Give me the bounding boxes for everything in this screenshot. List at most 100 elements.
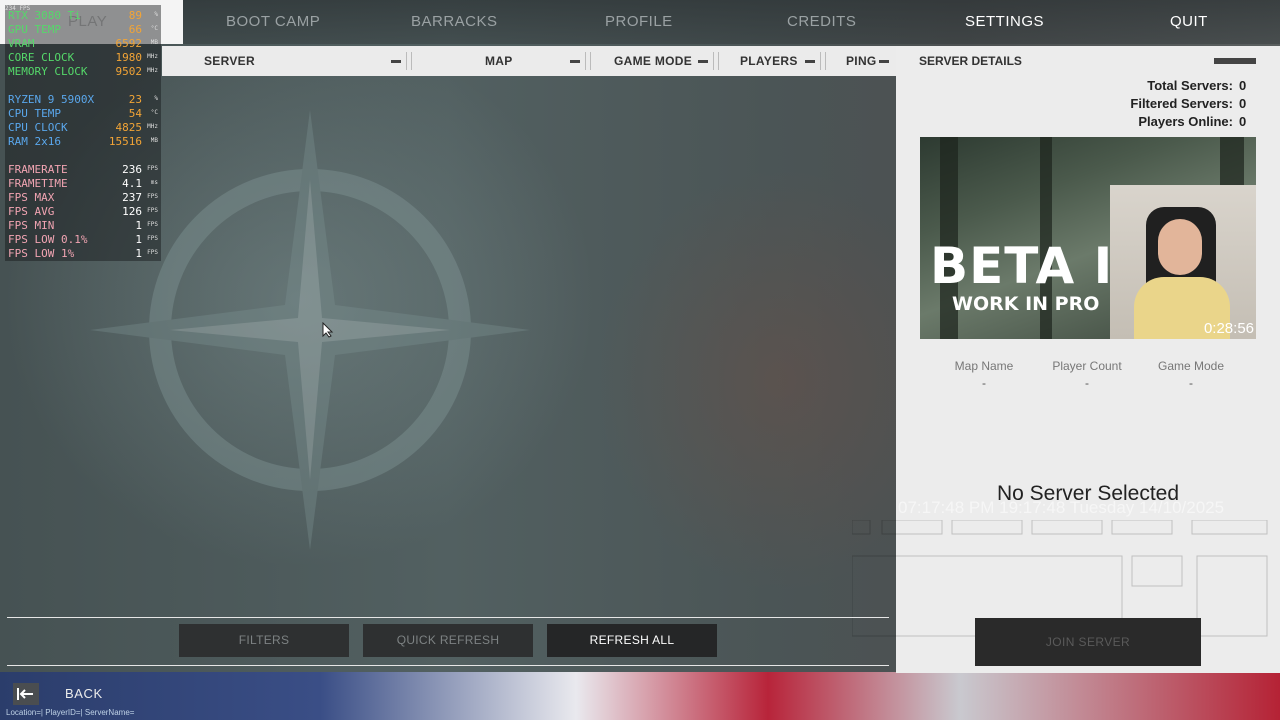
osd-unit: MB bbox=[150, 137, 158, 144]
osd-unit: FPS bbox=[147, 249, 158, 256]
back-arrow-icon[interactable] bbox=[13, 683, 39, 705]
nav-profile[interactable]: PROFILE bbox=[605, 13, 673, 30]
osd-unit: % bbox=[154, 95, 158, 102]
map-preview-image: BETA I WORK IN PRO 0:28:56 bbox=[920, 137, 1256, 339]
osd-value: 237 bbox=[122, 191, 142, 204]
map-name-value: - bbox=[982, 376, 986, 390]
osd-key: FRAMETIME bbox=[8, 177, 68, 190]
column-players[interactable]: PLAYERS bbox=[740, 54, 798, 68]
osd-key: FPS MAX bbox=[8, 191, 55, 204]
osd-unit: °C bbox=[150, 25, 158, 32]
osd-row: RYZEN 9 5900X 23% bbox=[8, 93, 158, 107]
osd-key: FRAMERATE bbox=[8, 163, 68, 176]
osd-unit: FPS bbox=[147, 165, 158, 172]
osd-unit: FPS bbox=[147, 193, 158, 200]
stream-timer: 0:28:56 bbox=[1203, 320, 1254, 337]
osd-value: 4.1 bbox=[122, 177, 142, 190]
game-mode-sort-icon[interactable] bbox=[698, 60, 708, 63]
osd-row: GPU TEMP 66 °C bbox=[8, 23, 158, 37]
osd-key: MEMORY CLOCK bbox=[8, 65, 88, 78]
map-sort-icon[interactable] bbox=[570, 60, 580, 63]
osd-row: RAM 2x16 15516 MB bbox=[8, 135, 158, 149]
osd-key: CORE CLOCK bbox=[8, 51, 75, 64]
osd-unit: MHz bbox=[147, 53, 158, 60]
server-sort-icon[interactable] bbox=[391, 60, 401, 63]
nav-settings[interactable]: SETTINGS bbox=[965, 13, 1044, 30]
players-sort-icon[interactable] bbox=[805, 60, 815, 63]
osd-row: FPS LOW 0.1% 1 FPS bbox=[8, 233, 158, 247]
osd-value: 66 bbox=[128, 23, 142, 36]
stat-label: Filtered Servers: bbox=[1130, 96, 1233, 111]
osd-unit: MHz bbox=[147, 123, 158, 130]
stat-value: 0 bbox=[1239, 96, 1247, 111]
osd-row: CORE CLOCK 1980 MHz bbox=[8, 51, 158, 65]
osd-row: CPU TEMP 54 °C bbox=[8, 107, 158, 121]
osd-value: 126 bbox=[122, 205, 142, 218]
column-divider[interactable] bbox=[713, 52, 719, 70]
osd-key: GPU TEMP bbox=[8, 23, 61, 36]
column-divider[interactable] bbox=[406, 52, 412, 70]
osd-value: 6592 bbox=[115, 37, 143, 50]
nav-quit[interactable]: QUIT bbox=[1170, 13, 1208, 30]
stat-label: Players Online: bbox=[1138, 114, 1233, 129]
back-button[interactable]: BACK bbox=[65, 686, 103, 701]
nav-barracks[interactable]: BARRACKS bbox=[411, 13, 498, 30]
performance-overlay: 234 FPS RTX 3080 Ti 89% GPU TEMP 66 °C VRAM… bbox=[5, 5, 161, 261]
refresh-all-button[interactable]: REFRESH ALL bbox=[547, 624, 717, 657]
divider bbox=[7, 617, 889, 618]
column-map[interactable]: MAP bbox=[485, 54, 513, 68]
osd-key: VRAM bbox=[8, 37, 35, 50]
server-details-panel: SERVER DETAILS Total Servers: 0 Filtered … bbox=[852, 46, 1280, 673]
osd-value: 236 bbox=[122, 163, 142, 176]
osd-value: 1980 bbox=[115, 51, 143, 64]
quick-refresh-button[interactable]: QUICK REFRESH bbox=[363, 624, 533, 657]
server-list-header: SERVER MAP GAME MODE PLAYERS PING bbox=[162, 46, 896, 76]
osd-value: 54 bbox=[128, 107, 142, 120]
column-divider[interactable] bbox=[820, 52, 826, 70]
nav-boot-camp[interactable]: BOOT CAMP bbox=[226, 13, 320, 30]
osd-key: FPS MIN bbox=[8, 219, 55, 232]
osd-key: CPU CLOCK bbox=[8, 121, 68, 134]
column-server[interactable]: SERVER bbox=[204, 54, 255, 68]
osd-value: 23 bbox=[128, 93, 142, 106]
webcam-overlay bbox=[1110, 185, 1256, 339]
osd-unit: MHz bbox=[147, 67, 158, 74]
osd-key: RAM 2x16 bbox=[8, 135, 61, 148]
osd-unit: °C bbox=[150, 109, 158, 116]
join-server-button[interactable]: JOIN SERVER bbox=[975, 618, 1201, 666]
game-mode-value: - bbox=[1189, 376, 1193, 390]
osd-unit: FPS bbox=[147, 235, 158, 242]
server-details-title: SERVER DETAILS bbox=[919, 54, 1022, 68]
osd-value: 4825 bbox=[115, 121, 143, 134]
osd-value: 1 bbox=[135, 233, 142, 246]
collapse-bar-icon[interactable] bbox=[1214, 58, 1256, 64]
top-nav: PLAY BOOT CAMP BARRACKS PROFILE CREDITS … bbox=[0, 0, 1280, 44]
osd-row: VRAM 6592 MB bbox=[8, 37, 158, 51]
osd-key: RYZEN 9 5900X bbox=[8, 93, 95, 106]
status-line: Location=| PlayerID=| ServerName= bbox=[6, 708, 135, 717]
osd-value: 89 bbox=[128, 9, 142, 22]
filters-button[interactable]: FILTERS bbox=[179, 624, 349, 657]
stat-value: 0 bbox=[1239, 78, 1247, 93]
column-ping[interactable]: PING bbox=[846, 54, 877, 68]
player-count-label: Player Count bbox=[1052, 359, 1122, 373]
osd-row: FRAMERATE 236 FPS bbox=[8, 163, 158, 177]
timestamp-watermark: 07:17:48 PM 19:17:48 Tuesday 14/10/2025 bbox=[898, 498, 1225, 517]
osd-key: FPS LOW 0.1% bbox=[8, 233, 88, 246]
stat-value: 0 bbox=[1239, 114, 1247, 129]
column-divider[interactable] bbox=[585, 52, 591, 70]
osd-row: FRAMETIME 4.1 ms bbox=[8, 177, 158, 191]
osd-value: 1 bbox=[135, 219, 142, 232]
flag-strip bbox=[0, 672, 1280, 720]
osd-row: FPS LOW 1% 1 FPS bbox=[8, 247, 158, 261]
person-head bbox=[1158, 219, 1202, 275]
osd-row: FPS AVG 126 FPS bbox=[8, 205, 158, 219]
osd-value: 1 bbox=[135, 247, 142, 260]
ping-sort-icon[interactable] bbox=[879, 60, 889, 63]
osd-key: FPS AVG bbox=[8, 205, 55, 218]
osd-row: MEMORY CLOCK 9502 MHz bbox=[8, 65, 158, 79]
column-game-mode[interactable]: GAME MODE bbox=[614, 54, 692, 68]
stat-total-servers: Total Servers: 0 bbox=[1147, 78, 1253, 93]
osd-key: CPU TEMP bbox=[8, 107, 61, 120]
nav-credits[interactable]: CREDITS bbox=[787, 13, 856, 30]
